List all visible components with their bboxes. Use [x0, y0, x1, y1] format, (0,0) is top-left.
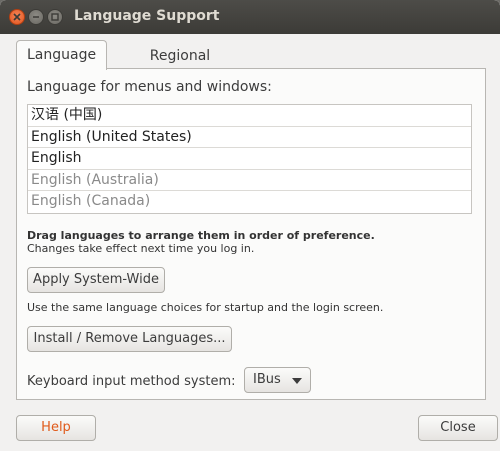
restart-hint: Changes take effect next time you log in… — [27, 242, 255, 255]
close-icon — [13, 13, 21, 21]
window-minimize-button[interactable] — [28, 9, 44, 25]
language-support-window: Language Support Language Regional Forma… — [0, 0, 500, 451]
apply-description: Use the same language choices for startu… — [27, 301, 384, 314]
language-list-item[interactable]: English — [28, 148, 471, 170]
minimize-icon — [33, 16, 39, 18]
titlebar[interactable]: Language Support — [0, 0, 500, 34]
language-list-item[interactable]: English (Australia) — [28, 170, 471, 192]
language-list-item[interactable]: English (United States) — [28, 127, 471, 149]
help-button[interactable]: Help — [16, 415, 96, 441]
window-maximize-button[interactable] — [47, 9, 63, 25]
apply-system-wide-button[interactable]: Apply System-Wide — [27, 267, 165, 293]
maximize-icon — [51, 13, 59, 21]
window-title: Language Support — [74, 8, 220, 24]
tab-language[interactable]: Language — [16, 40, 107, 70]
language-list-item[interactable]: 汉语 (中国) — [28, 105, 471, 127]
keyboard-input-method-value: IBus — [253, 372, 281, 387]
close-button[interactable]: Close — [418, 415, 498, 441]
drag-hint: Drag languages to arrange them in order … — [27, 229, 375, 242]
window-close-button[interactable] — [9, 9, 25, 25]
chevron-down-icon — [292, 378, 302, 384]
languages-heading: Language for menus and windows: — [27, 79, 272, 95]
keyboard-input-method-label: Keyboard input method system: — [27, 374, 236, 389]
language-list-item[interactable]: English (Canada) — [28, 191, 471, 213]
language-list[interactable]: 汉语 (中国) English (United States) English … — [27, 104, 472, 214]
keyboard-input-method-select[interactable]: IBus — [244, 367, 311, 393]
install-remove-languages-button[interactable]: Install / Remove Languages... — [27, 326, 232, 352]
